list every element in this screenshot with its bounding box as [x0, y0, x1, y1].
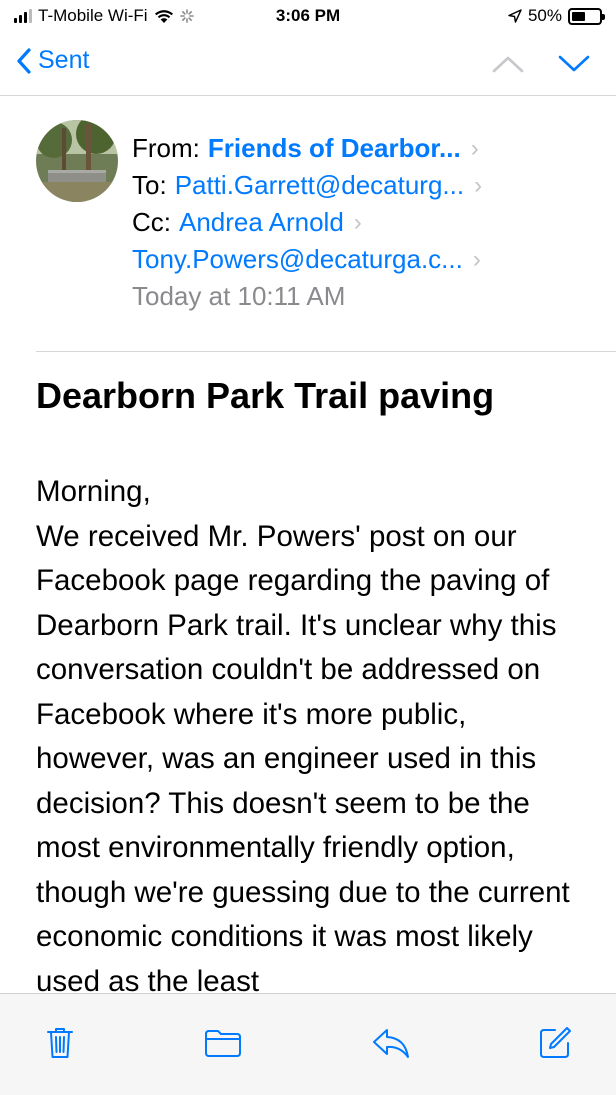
chevron-left-icon: [17, 47, 31, 74]
bottom-toolbar: [0, 993, 616, 1095]
from-label: From:: [132, 133, 200, 163]
compose-button[interactable]: [530, 1018, 580, 1068]
back-label: Sent: [38, 46, 90, 74]
to-label: To:: [132, 170, 167, 200]
trash-button[interactable]: [35, 1018, 85, 1068]
chevron-right-icon: ›: [472, 246, 481, 273]
move-to-folder-button[interactable]: [198, 1018, 248, 1068]
sender-name[interactable]: Friends of Dearbor...: [208, 130, 461, 167]
cc-recipient[interactable]: Andrea Arnold: [179, 204, 344, 241]
compose-icon: [540, 1027, 571, 1058]
folder-icon: [205, 1030, 241, 1057]
location-arrow-icon: [508, 9, 522, 23]
status-right: 50%: [508, 6, 605, 26]
message-body: Morning, We received Mr. Powers' post on…: [36, 470, 592, 1025]
cc-row: Cc: Andrea Arnold ›: [132, 204, 576, 241]
trash-icon: [47, 1028, 73, 1058]
chevron-right-icon: ›: [353, 209, 362, 236]
chevron-down-icon[interactable]: [558, 54, 590, 74]
chevron-up-icon[interactable]: [492, 54, 524, 74]
message-navigation: [492, 54, 590, 74]
sender-avatar[interactable]: [36, 120, 118, 202]
message-subject: Dearborn Park Trail paving: [36, 375, 495, 416]
cc-label: Cc:: [132, 207, 171, 237]
to-row: To: Patti.Garrett@decaturg... ›: [132, 167, 576, 204]
cc-row-2: Tony.Powers@decaturga.c... ›: [132, 241, 576, 278]
date-row: Today at 10:11 AM: [132, 278, 576, 315]
body-greeting: Morning,: [36, 475, 151, 508]
message-meta: From: Friends of Dearbor... › To: Patti.…: [132, 130, 576, 315]
message-date: Today at 10:11 AM: [132, 281, 346, 311]
recipient-address[interactable]: Patti.Garrett@decaturg...: [175, 167, 464, 204]
header-divider: [36, 351, 616, 352]
reply-icon: [373, 1029, 409, 1058]
battery-fill: [572, 11, 585, 21]
nav-bar: Sent: [0, 36, 616, 96]
body-paragraph: We received Mr. Powers' post on our Face…: [36, 519, 570, 998]
message-header: From: Friends of Dearbor... › To: Patti.…: [0, 96, 616, 352]
chevron-right-icon: ›: [474, 172, 483, 199]
battery-percent: 50%: [527, 6, 562, 25]
status-bar: T-Mobile Wi-Fi 3:06 PM 50%: [0, 0, 616, 36]
cc-recipient-2[interactable]: Tony.Powers@decaturga.c...: [132, 241, 463, 278]
from-row: From: Friends of Dearbor... ›: [132, 130, 576, 167]
reply-button[interactable]: [366, 1018, 416, 1068]
battery-icon: [568, 7, 605, 25]
chevron-right-icon: ›: [470, 135, 479, 162]
back-button[interactable]: Sent: [16, 46, 89, 75]
